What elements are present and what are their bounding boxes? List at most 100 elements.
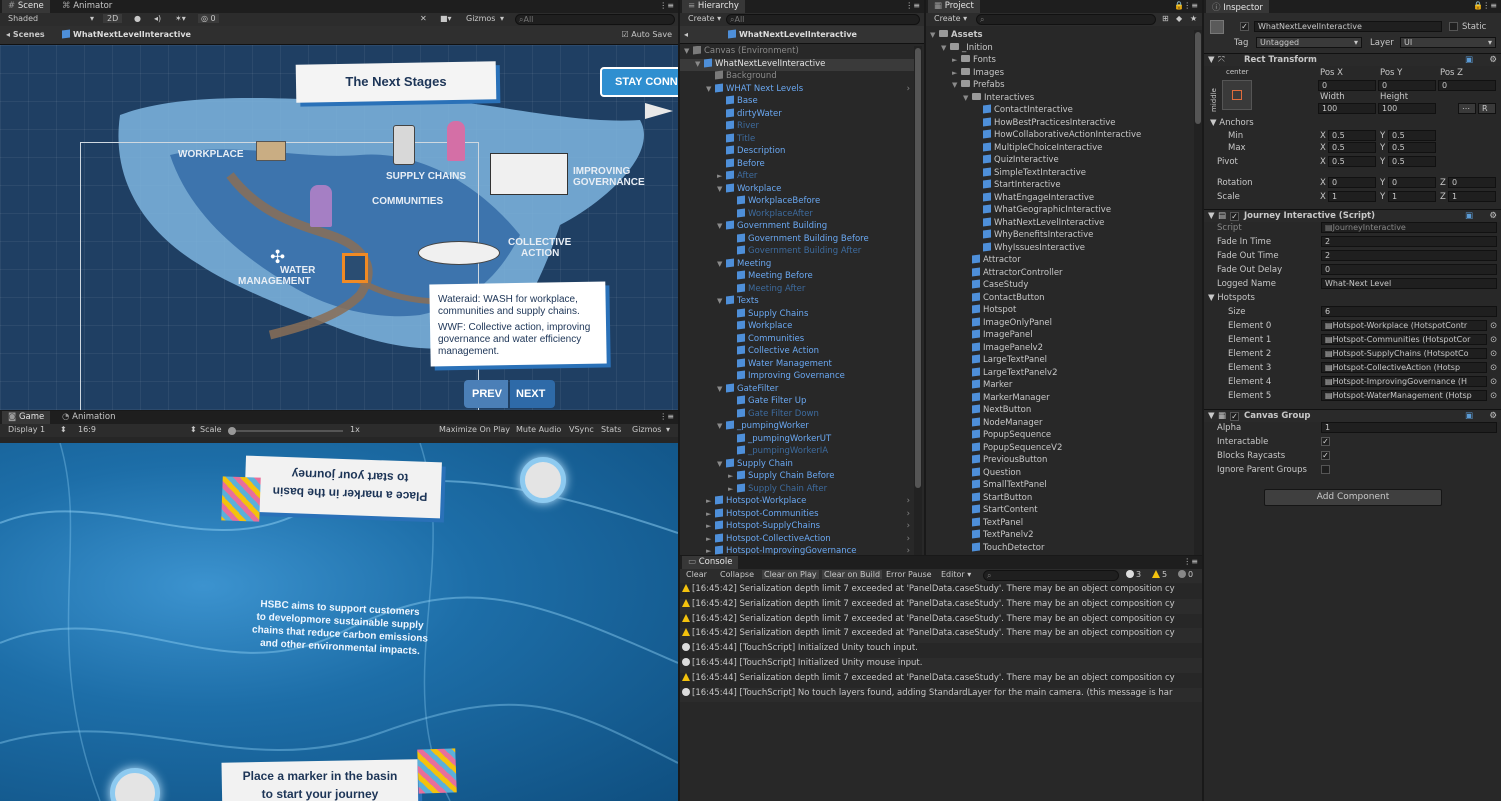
hierarchy-expand-chevron-icon[interactable]: › (907, 509, 910, 519)
posx-field[interactable]: 0 (1318, 80, 1376, 91)
hierarchy-item[interactable]: Government Building Before (680, 232, 914, 247)
hierarchy-item[interactable]: _pumpingWorkerIA (680, 445, 914, 459)
rot-y-field[interactable]: 0 (1388, 177, 1436, 188)
hotspot-element-field[interactable]: ▤Hotspot-ImprovingGovernance (H (1321, 376, 1487, 387)
project-prefab-item[interactable]: WhatGeographicInteractive (926, 204, 1192, 218)
hierarchy-item[interactable]: Meeting After (680, 282, 914, 297)
hierarchy-item[interactable]: ► Supply Chain After (680, 482, 914, 497)
project-prefab-item[interactable]: TouchDetector (926, 541, 1192, 556)
hierarchy-item[interactable]: ► Hotspot-Workplace › (680, 495, 914, 509)
project-prefab-item[interactable]: PopupSequenceV2 (926, 441, 1192, 456)
camera-icon[interactable]: ■▾ (440, 14, 452, 23)
max-y-field[interactable]: 0.5 (1388, 142, 1436, 153)
logged-field[interactable]: What-Next Level (1321, 278, 1497, 289)
project-prefab-item[interactable]: StartInteractive (926, 179, 1192, 193)
console-error-pause-button[interactable]: Error Pause (886, 570, 932, 579)
project-prefab-item[interactable]: WhyIssuesInteractive (926, 241, 1192, 256)
hotspots-foldout[interactable]: ▼ Hotspots (1208, 293, 1255, 303)
project-prefab-item[interactable]: Question (926, 466, 1192, 481)
foldout-arrow-icon[interactable]: ▼ (1208, 55, 1215, 65)
project-prefab-item[interactable]: QuizInteractive (926, 154, 1192, 168)
height-field[interactable]: 100 (1378, 103, 1436, 114)
console-log-entry[interactable]: [16:45:42] Serialization depth limit 7 e… (680, 584, 1202, 599)
foldout-arrow-icon[interactable]: ▼ (1208, 211, 1215, 221)
hierarchy-expand-chevron-icon[interactable]: › (907, 534, 910, 544)
project-prefab-item[interactable]: LargeTextPanelv2 (926, 366, 1192, 381)
interactable-checkbox[interactable]: ✓ (1321, 437, 1330, 446)
project-search-input[interactable]: ⌕ (976, 14, 1156, 25)
project-prefab-item[interactable]: ImagePanelv2 (926, 341, 1192, 356)
hierarchy-expand-chevron-icon[interactable]: › (907, 546, 910, 555)
tab-animator[interactable]: ⌘ Animator (56, 0, 118, 13)
project-prefab-item[interactable]: ImageOnlyPanel (926, 316, 1192, 331)
component-settings-icon[interactable]: ⚙ (1489, 55, 1497, 65)
hierarchy-item[interactable]: ► Hotspot-SupplyChains › (680, 520, 914, 534)
hierarchy-item[interactable]: ▼ Supply Chain (680, 457, 914, 472)
hierarchy-item[interactable]: ► Hotspot-ImprovingGovernance › (680, 545, 914, 555)
foldout-arrow-icon[interactable]: ▼ (717, 385, 726, 393)
hotspot-element-field[interactable]: ▤Hotspot-Communities (HotspotCor (1321, 334, 1487, 345)
scale-slider-thumb[interactable] (228, 427, 236, 435)
hierarchy-item[interactable]: ▼ _pumpingWorker (680, 420, 914, 434)
component-settings-icon[interactable]: ⚙ (1489, 411, 1497, 421)
filter-label-icon[interactable]: ◆ (1176, 14, 1182, 23)
project-folder-assets[interactable]: ▼ Assets (926, 30, 1192, 43)
console-search-input[interactable]: ⌕ (983, 570, 1119, 581)
game-canvas[interactable]: Place a marker in the basin to start you… (0, 443, 678, 801)
favorite-icon[interactable]: ★ (1190, 14, 1197, 23)
hierarchy-item[interactable]: Collective Action (680, 345, 914, 359)
project-prefab-item[interactable]: Attractor (926, 254, 1192, 268)
rot-z-field[interactable]: 0 (1448, 177, 1496, 188)
project-folder[interactable]: ▼ Interactives (926, 92, 1192, 106)
pivot-x-field[interactable]: 0.5 (1328, 156, 1376, 167)
hotspot-element-field[interactable]: ▤Hotspot-WaterManagement (Hotsp (1321, 390, 1487, 401)
console-warn-count[interactable]: 5 (1152, 570, 1167, 579)
rect-transform-header[interactable]: ▼ ⤧ Rect Transform ▣ ⚙ (1204, 53, 1501, 66)
min-x-field[interactable]: 0.5 (1328, 130, 1376, 141)
hierarchy-item[interactable]: Supply Chains (680, 307, 914, 322)
project-prefab-item[interactable]: TextPanel (926, 516, 1192, 531)
hierarchy-item[interactable]: ▼ GateFilter (680, 382, 914, 397)
console-log-entry[interactable]: [16:45:44] [TouchScript] Initialized Uni… (680, 643, 1202, 658)
audio-icon[interactable]: ◂) (154, 14, 161, 23)
hierarchy-item[interactable]: Meeting Before (680, 270, 914, 284)
hierarchy-item[interactable]: Improving Governance (680, 370, 914, 384)
console-log-entry[interactable]: [16:45:42] Serialization depth limit 7 e… (680, 613, 1202, 629)
fadeout-field[interactable]: 2 (1321, 250, 1497, 261)
hierarchy-item[interactable]: Water Management (680, 357, 914, 372)
project-prefab-item[interactable]: WhatEngageInteractive (926, 191, 1192, 206)
hierarchy-expand-chevron-icon[interactable]: › (907, 521, 910, 531)
tab-hierarchy[interactable]: ≡ Hierarchy (682, 0, 745, 13)
blueprint-button[interactable]: ⋯ (1458, 103, 1476, 114)
project-prefab-item[interactable]: NodeManager (926, 416, 1192, 431)
project-folder[interactable]: ▼ Prefabs (926, 80, 1192, 93)
filter-type-icon[interactable]: ⊞ (1162, 14, 1169, 23)
scene-canvas[interactable]: The Next Stages STAY CONN WORKPLACE SUPP… (0, 45, 678, 410)
object-picker-icon[interactable]: ⊙ (1490, 335, 1497, 345)
object-picker-icon[interactable]: ⊙ (1490, 349, 1497, 359)
hierarchy-item[interactable]: Gate Filter Down (680, 407, 914, 422)
tools-icon[interactable]: ✕ (420, 14, 427, 23)
fadein-field[interactable]: 2 (1321, 236, 1497, 247)
tag-dropdown[interactable]: Untagged ▾ (1256, 37, 1362, 48)
component-settings-icon[interactable]: ⚙ (1489, 211, 1497, 221)
hierarchy-item[interactable]: Communities (680, 332, 914, 347)
project-prefab-item[interactable]: ContactInteractive (926, 104, 1192, 118)
project-prefab-item[interactable]: WhatNextLevelInteractive (926, 216, 1192, 231)
foldout-arrow-icon[interactable]: ▼ (717, 297, 726, 305)
project-prefab-item[interactable]: MarkerManager (926, 391, 1192, 406)
project-folder[interactable]: ► Fonts (926, 55, 1192, 68)
panel-menu-icon[interactable]: ⋮≡ (905, 1, 920, 10)
ignore-parent-checkbox[interactable] (1321, 465, 1330, 474)
aspect-dropdown[interactable]: 16:9 (78, 425, 96, 434)
display-dropdown[interactable]: Display 1 (8, 425, 45, 434)
hierarchy-item[interactable]: Description (680, 145, 914, 159)
foldout-arrow-icon[interactable]: ▼ (930, 31, 939, 39)
foldout-arrow-icon[interactable]: ▼ (963, 94, 972, 102)
hierarchy-item[interactable]: ▼ Texts (680, 295, 914, 309)
console-info-count[interactable]: 3 (1126, 570, 1141, 579)
min-y-field[interactable]: 0.5 (1388, 130, 1436, 141)
hierarchy-item[interactable]: ▼ Workplace (680, 182, 914, 197)
project-prefab-item[interactable]: PopupSequence (926, 429, 1192, 443)
hierarchy-item[interactable]: ▼ WhatNextLevelInteractive (680, 57, 914, 71)
